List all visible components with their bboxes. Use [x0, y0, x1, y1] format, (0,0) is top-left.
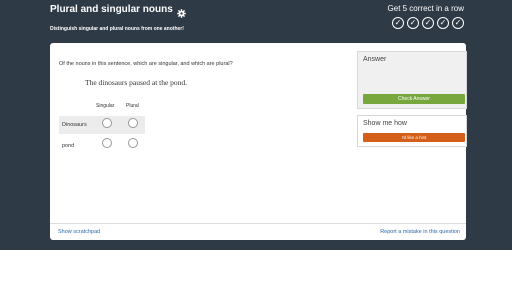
streak-progress: ✓ ✓ ✓ ✓ ✓: [392, 17, 464, 29]
checkmark-circle-icon: ✓: [407, 17, 419, 29]
hint-panel-title: Show me how: [363, 120, 407, 127]
exercise-title: Plural and singular nouns: [50, 4, 173, 15]
exercise-title-row: Plural and singular nouns: [50, 4, 186, 18]
radio-pond-singular[interactable]: [102, 138, 112, 148]
row-label-dinosaurs: Dinosaurs: [62, 122, 87, 128]
show-scratchpad-link[interactable]: Show scratchpad: [58, 229, 100, 235]
gear-icon[interactable]: [176, 5, 186, 18]
row-label-pond: pond: [62, 143, 75, 149]
footer-divider: [50, 223, 466, 224]
column-header-plural: Plural: [126, 103, 139, 109]
radio-dinosaurs-singular[interactable]: [102, 118, 112, 128]
hint-button[interactable]: I'd like a hint: [363, 133, 465, 142]
checkmark-circle-icon: ✓: [452, 17, 464, 29]
radio-pond-plural[interactable]: [128, 138, 138, 148]
question-text: Of the nouns in this sentence, which are…: [59, 61, 233, 67]
example-sentence: The dinosaurs paused at the pond.: [85, 78, 188, 87]
column-header-singular: Singular: [96, 103, 115, 109]
hint-panel: Show me how I'd like a hint: [357, 115, 467, 147]
answer-panel: Answer Check Answer: [357, 51, 467, 109]
streak-label: Get 5 correct in a row: [387, 4, 464, 13]
checkmark-circle-icon: ✓: [422, 17, 434, 29]
checkmark-circle-icon: ✓: [437, 17, 449, 29]
report-mistake-link[interactable]: Report a mistake in this question: [380, 229, 460, 235]
exercise-subtitle: Distinguish singular and plural nouns fr…: [50, 26, 184, 32]
radio-dinosaurs-plural[interactable]: [128, 118, 138, 128]
answer-panel-title: Answer: [363, 56, 387, 63]
check-answer-button[interactable]: Check Answer: [363, 94, 465, 104]
checkmark-circle-icon: ✓: [392, 17, 404, 29]
